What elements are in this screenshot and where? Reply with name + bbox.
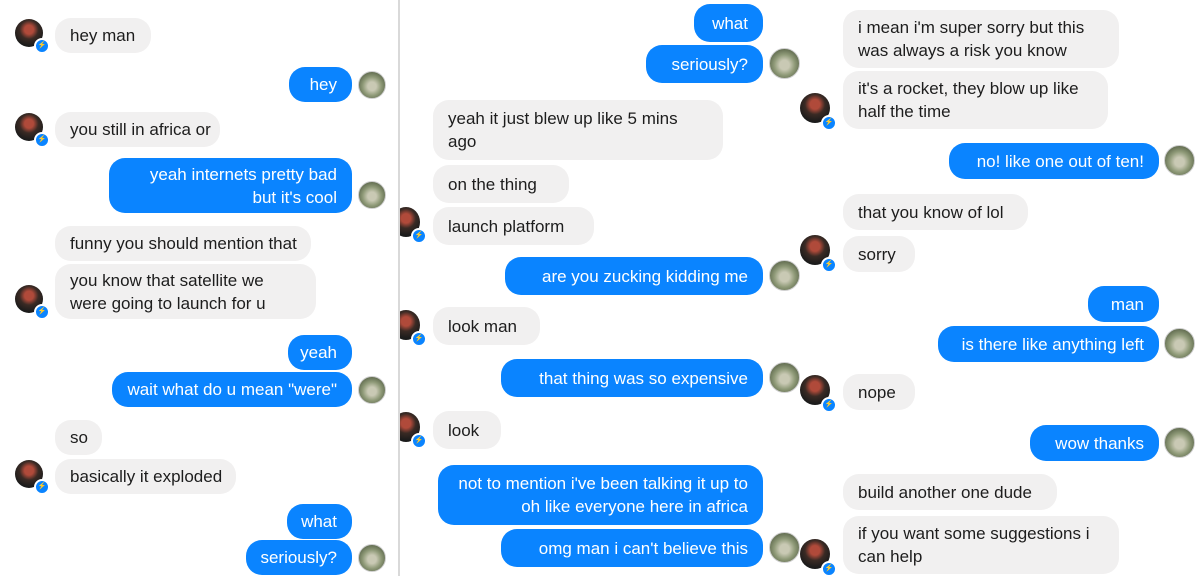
messenger-badge-icon: ⚡ bbox=[34, 479, 50, 495]
my-avatar bbox=[769, 48, 800, 79]
messenger-badge-icon: ⚡ bbox=[821, 397, 837, 413]
message-bubble-incoming: basically it exploded bbox=[55, 459, 236, 494]
message-bubble-incoming: on the thing bbox=[433, 165, 569, 203]
message-bubble-outgoing: yeah bbox=[288, 335, 352, 370]
message-bubble-outgoing: not to mention i've been talking it up t… bbox=[438, 465, 763, 525]
message-bubble-outgoing: are you zucking kidding me bbox=[505, 257, 763, 295]
message-bubble-outgoing: hey bbox=[289, 67, 352, 102]
message-bubble-outgoing: seriously? bbox=[646, 45, 763, 83]
chat-panel-1: hey man hey you still in africa or yeah … bbox=[0, 0, 398, 576]
messenger-badge-icon: ⚡ bbox=[34, 304, 50, 320]
chat-panel-2: what seriously? yeah it just blew up lik… bbox=[400, 0, 800, 576]
message-bubble-outgoing: wow thanks bbox=[1030, 425, 1159, 461]
messenger-badge-icon: ⚡ bbox=[821, 257, 837, 273]
messenger-badge-icon: ⚡ bbox=[411, 433, 427, 449]
message-bubble-incoming: sorry bbox=[843, 236, 915, 272]
message-bubble-outgoing: omg man i can't believe this bbox=[501, 529, 763, 567]
messenger-badge-icon: ⚡ bbox=[34, 132, 50, 148]
message-bubble-incoming: yeah it just blew up like 5 mins ago bbox=[433, 100, 723, 160]
message-bubble-outgoing: seriously? bbox=[246, 540, 352, 575]
message-bubble-outgoing: that thing was so expensive bbox=[501, 359, 763, 397]
messenger-badge-icon: ⚡ bbox=[821, 115, 837, 131]
message-bubble-outgoing: wait what do u mean "were" bbox=[112, 372, 352, 407]
message-bubble-outgoing: what bbox=[287, 504, 352, 539]
my-avatar bbox=[1164, 328, 1195, 359]
my-avatar bbox=[769, 532, 800, 563]
message-bubble-incoming: i mean i'm super sorry but this was alwa… bbox=[843, 10, 1119, 68]
my-avatar bbox=[769, 362, 800, 393]
message-bubble-incoming: look bbox=[433, 411, 501, 449]
my-avatar bbox=[1164, 145, 1195, 176]
message-bubble-incoming: hey man bbox=[55, 18, 151, 53]
messenger-badge-icon: ⚡ bbox=[411, 331, 427, 347]
my-avatar bbox=[1164, 427, 1195, 458]
message-bubble-incoming: you know that satellite we were going to… bbox=[55, 264, 316, 319]
my-avatar bbox=[358, 544, 386, 572]
message-bubble-outgoing: what bbox=[694, 4, 763, 42]
message-bubble-incoming: build another one dude bbox=[843, 474, 1057, 510]
message-bubble-incoming: if you want some suggestions i can help bbox=[843, 516, 1119, 574]
message-bubble-outgoing: yeah internets pretty bad but it's cool bbox=[109, 158, 352, 213]
my-avatar bbox=[358, 376, 386, 404]
message-bubble-incoming: funny you should mention that bbox=[55, 226, 311, 261]
my-avatar bbox=[358, 71, 386, 99]
message-bubble-incoming: that you know of lol bbox=[843, 194, 1028, 230]
message-bubble-incoming: so bbox=[55, 420, 102, 455]
message-bubble-outgoing: man bbox=[1088, 286, 1159, 322]
message-bubble-outgoing: no! like one out of ten! bbox=[949, 143, 1159, 179]
message-bubble-outgoing: is there like anything left bbox=[938, 326, 1159, 362]
messenger-badge-icon: ⚡ bbox=[411, 228, 427, 244]
my-avatar bbox=[358, 181, 386, 209]
my-avatar bbox=[769, 260, 800, 291]
message-bubble-incoming: it's a rocket, they blow up like half th… bbox=[843, 71, 1108, 129]
message-bubble-incoming: launch platform bbox=[433, 207, 594, 245]
chat-panel-3: i mean i'm super sorry but this was alwa… bbox=[800, 0, 1200, 576]
messenger-badge-icon: ⚡ bbox=[821, 561, 837, 576]
message-bubble-incoming: nope bbox=[843, 374, 915, 410]
messenger-badge-icon: ⚡ bbox=[34, 38, 50, 54]
message-bubble-incoming: look man bbox=[433, 307, 540, 345]
message-bubble-incoming: you still in africa or bbox=[55, 112, 220, 147]
